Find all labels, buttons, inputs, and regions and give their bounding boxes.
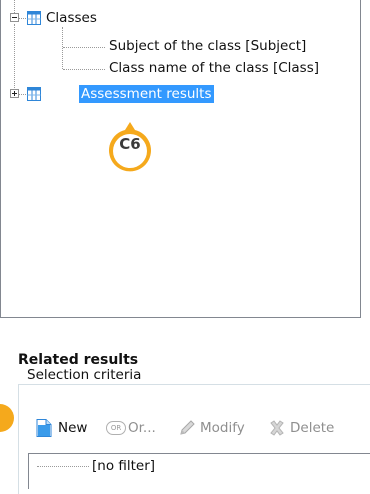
tree-connector: [14, 0, 15, 13]
tree-panel[interactable]: Classes Subject of the class [Subject] C…: [0, 0, 361, 318]
tree-node-subject[interactable]: Subject of the class [Subject]: [107, 37, 308, 55]
tree-node-classes[interactable]: Classes: [44, 9, 99, 27]
collapse-classes-button[interactable]: [10, 13, 19, 22]
modify-button-label: Modify: [200, 420, 245, 436]
tree-node-assessment-results[interactable]: Assessment results: [79, 85, 214, 103]
tree-connector: [37, 466, 89, 467]
table-icon: [27, 87, 41, 101]
tree-node-class-name[interactable]: Class name of the class [Class]: [107, 59, 321, 77]
tree-connector: [62, 27, 63, 69]
callout-label: C6: [119, 135, 141, 153]
filter-item[interactable]: [no filter]: [90, 457, 157, 475]
splitter[interactable]: [0, 318, 370, 348]
or-button[interactable]: OR Or...: [106, 418, 172, 438]
tree-connector: [63, 47, 105, 48]
modify-button[interactable]: Modify: [178, 418, 260, 438]
new-button[interactable]: New: [36, 418, 94, 438]
criteria-toolbar: New OR Or... Modify Delete: [28, 410, 370, 446]
selection-criteria-label: Selection criteria: [27, 367, 142, 383]
new-button-label: New: [58, 420, 88, 436]
new-document-icon: [36, 419, 52, 437]
or-button-label: Or...: [128, 420, 156, 436]
tree-connector: [19, 94, 26, 95]
or-badge-icon: OR: [106, 421, 126, 435]
tree-connector: [63, 69, 105, 70]
pencil-icon: [180, 420, 195, 435]
tree-connector: [19, 18, 26, 19]
delete-x-icon: [270, 420, 284, 436]
table-icon: [27, 11, 41, 25]
callout-marker-icon: [0, 404, 14, 432]
delete-button-label: Delete: [290, 420, 335, 436]
expand-assessment-results-button[interactable]: [10, 89, 19, 98]
related-results-title: Related results: [18, 352, 139, 368]
delete-button[interactable]: Delete: [268, 418, 344, 438]
filter-criteria-list[interactable]: [no filter]: [28, 453, 370, 489]
tree-connector: [14, 24, 15, 90]
